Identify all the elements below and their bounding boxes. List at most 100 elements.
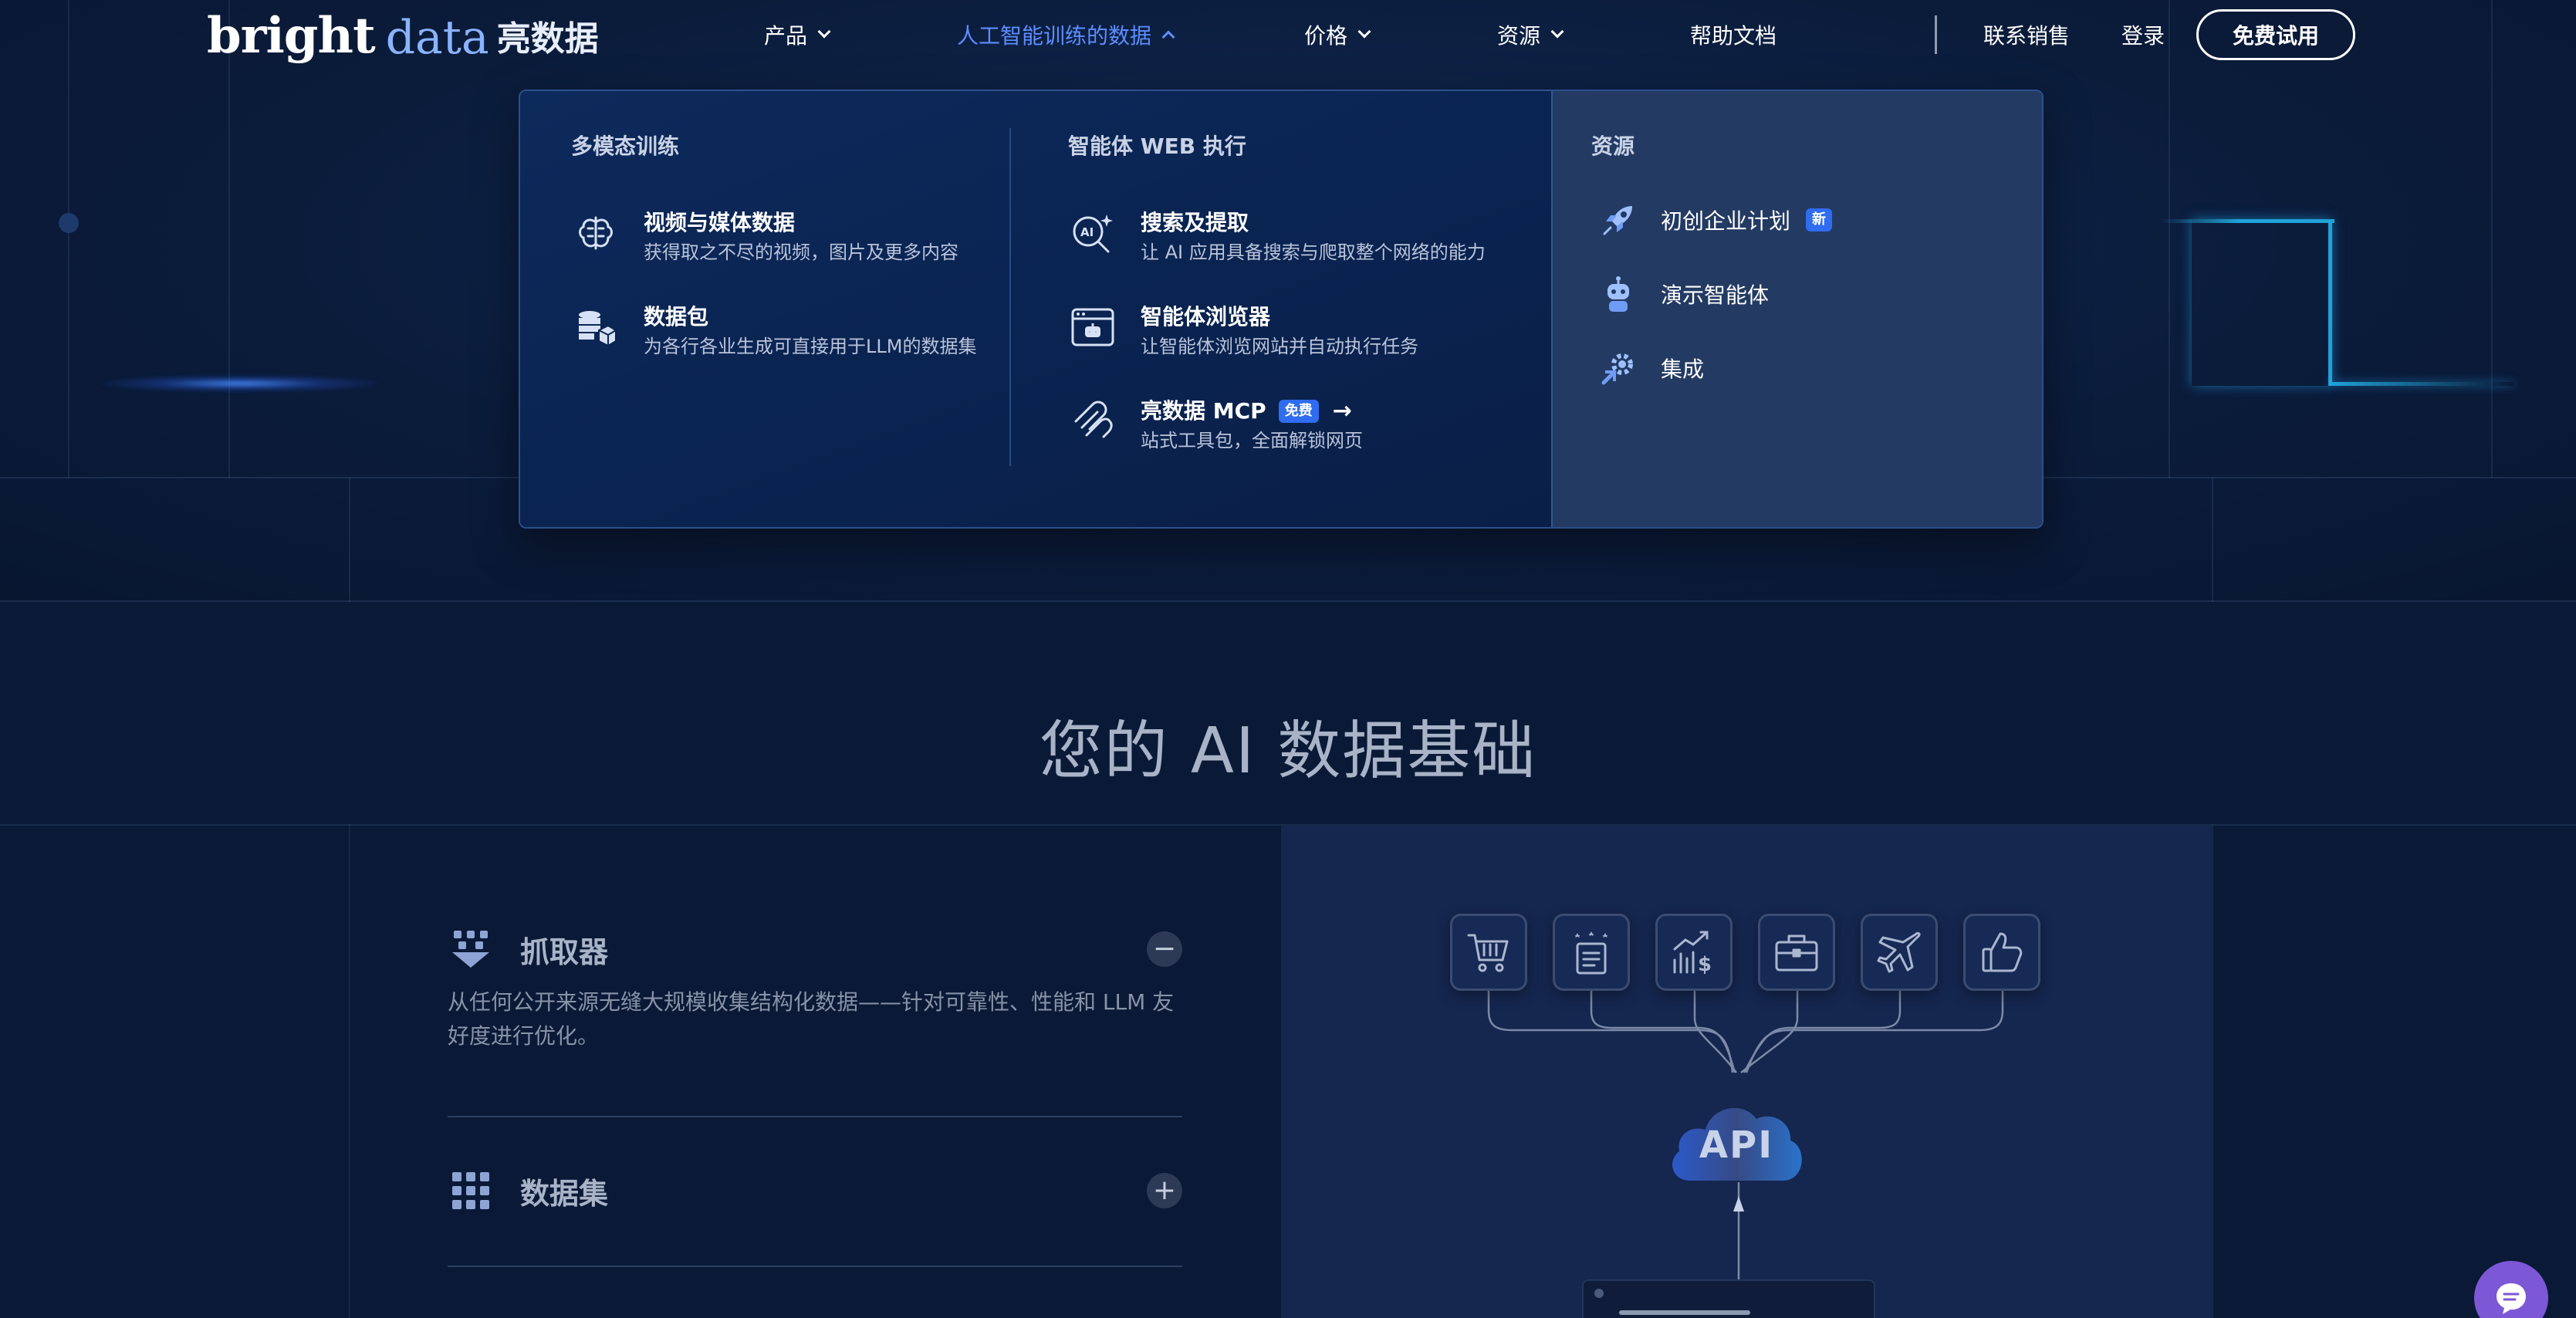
dropdown-item-video-media[interactable]: 视频与媒体数据 获得取之不尽的视频，图片及更多内容 [571, 208, 958, 265]
dropdown-item-integrations[interactable]: 集成 [1599, 349, 1704, 387]
review-card-icon [1553, 914, 1630, 991]
decorative-dot [59, 213, 79, 233]
dropdown-item-startup-program[interactable]: 初创企业计划 新 [1599, 201, 1833, 239]
dropdown-item-mcp[interactable]: 亮数据 MCP 免费 → 站式工具包，全面解锁网页 [1068, 397, 1363, 454]
grid-line [2212, 824, 2213, 1318]
robot-icon [1599, 275, 1638, 313]
brain-icon [571, 208, 620, 258]
dropdown-item-title: 集成 [1661, 357, 1705, 382]
dropdown-item-desc: 为各行各业生成可直接用于LLM的数据集 [644, 336, 977, 357]
dropdown-item-desc: 站式工具包，全面解锁网页 [1141, 430, 1363, 451]
new-badge: 新 [1806, 208, 1833, 231]
dataset-grid-icon [448, 1168, 494, 1214]
svg-text:AI: AI [1080, 225, 1094, 239]
dropdown-item-demo-agent[interactable]: 演示智能体 [1599, 275, 1769, 313]
nav-pricing[interactable]: 价格 [1304, 17, 1371, 52]
dropdown-item-title: 数据包 [644, 304, 709, 330]
chat-icon [2497, 1283, 2526, 1314]
decorative-circuit-trace [2161, 219, 2334, 386]
connector-lines [1487, 986, 2004, 1289]
database-package-icon [571, 302, 620, 352]
free-badge: 免费 [1278, 400, 1319, 423]
dropdown-item-data-package[interactable]: 数据包 为各行各业生成可直接用于LLM的数据集 [571, 302, 976, 360]
accordion-header[interactable]: 抓取器 − [448, 922, 1182, 976]
dropdown-main-panel: 多模态训练 智能体 WEB 执行 视频与媒体数据 获得取之不尽的视频，图片及更多… [520, 91, 1551, 527]
scraper-icon [448, 926, 494, 972]
mcp-icon [1068, 397, 1117, 446]
pricing-chart-icon: $ [1655, 914, 1733, 991]
accordion-divider [448, 1116, 1182, 1117]
ai-training-data-dropdown: 多模态训练 智能体 WEB 执行 视频与媒体数据 获得取之不尽的视频，图片及更多… [519, 90, 2044, 529]
dropdown-resources-panel: 资源 初创企业计划 新 演示智能体 集成 [1551, 91, 2042, 527]
dropdown-item-desc: 让 AI 应用具备搜索与爬取整个网络的能力 [1141, 242, 1486, 263]
nav-contact-sales-label: 联系销售 [1983, 23, 2071, 49]
dropdown-item-title: 搜索及提取 [1141, 210, 1249, 235]
nav-pricing-label: 价格 [1304, 23, 1348, 49]
nav-login[interactable]: 登录 [2121, 17, 2165, 52]
grid-line [2212, 477, 2213, 602]
nav-ai-training-data[interactable]: 人工智能训练的数据 [957, 17, 1175, 52]
cart-icon [1450, 914, 1527, 991]
chevron-down-icon [1550, 25, 1564, 39]
briefcase-icon [1758, 914, 1835, 991]
section-title: 您的 AI 数据基础 [1039, 715, 1537, 788]
svg-text:$: $ [1698, 953, 1712, 975]
decorative-circuit-trace [2328, 382, 2513, 386]
nav-resources[interactable]: 资源 [1497, 17, 1564, 52]
accordion-divider [448, 1266, 1182, 1267]
dropdown-item-desc: 让智能体浏览网站并自动执行任务 [1141, 336, 1418, 357]
nav-products[interactable]: 产品 [764, 17, 831, 52]
grid-line [349, 477, 350, 602]
dropdown-heading-resources: 资源 [1591, 133, 1635, 159]
logo-wordmark-cn: 亮数据 [496, 19, 599, 59]
grid-line [2491, 0, 2493, 478]
grid-line [228, 0, 230, 478]
agent-browser-icon [1068, 302, 1117, 352]
expand-button[interactable]: + [1147, 1173, 1182, 1208]
grid-line [2169, 0, 2170, 478]
nav-login-label: 登录 [2121, 23, 2165, 49]
logo-wordmark-bright: bright [207, 7, 376, 65]
chevron-down-icon [1357, 25, 1371, 39]
brand-logo[interactable]: bright data 亮数据 [207, 3, 599, 65]
accordion-header[interactable]: 数据集 + [448, 1164, 1182, 1218]
arrow-right-icon: → [1332, 397, 1352, 424]
nav-ai-training-data-label: 人工智能训练的数据 [957, 23, 1152, 49]
dropdown-heading-multimodal: 多模态训练 [571, 133, 680, 159]
accordion-description: 从任何公开来源无缝大规模收集结构化数据——针对可靠性、性能和 LLM 友好度进行… [448, 989, 1175, 1049]
dropdown-item-title: 演示智能体 [1661, 282, 1770, 308]
site-header: bright data 亮数据 产品 人工智能训练的数据 价格 资源 帮助文档 … [0, 0, 2576, 69]
dropdown-item-title: 智能体浏览器 [1141, 304, 1271, 330]
accordion-title: 抓取器 [520, 934, 609, 969]
nav-docs-label: 帮助文档 [1690, 23, 1777, 49]
free-trial-button[interactable]: 免费试用 [2196, 9, 2355, 60]
ai-search-icon: AI [1068, 208, 1117, 258]
mcp-title-text: 亮数据 MCP [1141, 398, 1266, 424]
dropdown-item-title: 视频与媒体数据 [644, 210, 796, 235]
accordion-item-datasets[interactable]: 数据集 + [448, 1164, 1182, 1218]
accordion-item-scraper[interactable]: 抓取器 − 从任何公开来源无缝大规模收集结构化数据——针对可靠性、性能和 LLM… [448, 922, 1182, 1053]
collapse-button[interactable]: − [1147, 931, 1182, 967]
dropdown-item-title: 亮数据 MCP 免费 → [1141, 397, 1363, 426]
dropdown-column-divider [1009, 128, 1011, 466]
airplane-icon [1861, 914, 1938, 991]
integration-gear-icon [1599, 349, 1638, 387]
dropdown-item-desc: 获得取之不尽的视频，图片及更多内容 [644, 242, 958, 263]
nav-contact-sales[interactable]: 联系销售 [1983, 17, 2070, 52]
nav-resources-label: 资源 [1497, 23, 1541, 49]
nav-divider [1935, 15, 1937, 54]
dropdown-heading-agent-web: 智能体 WEB 执行 [1068, 133, 1246, 159]
api-label: API [1699, 1124, 1774, 1167]
grid-line [68, 0, 69, 478]
chevron-up-icon [1161, 30, 1175, 44]
nav-docs[interactable]: 帮助文档 [1690, 17, 1776, 52]
grid-line [349, 824, 350, 1318]
chevron-down-icon [817, 25, 831, 39]
dropdown-item-agent-browser[interactable]: 智能体浏览器 让智能体浏览网站并自动执行任务 [1068, 302, 1418, 360]
rocket-icon [1599, 201, 1638, 239]
dropdown-item-search-extract[interactable]: AI 搜索及提取 让 AI 应用具备搜索与爬取整个网络的能力 [1068, 208, 1486, 265]
api-cloud: API [1667, 1096, 1806, 1185]
logo-wordmark-data: data [385, 11, 489, 65]
decorative-glow [100, 375, 378, 392]
thumbs-up-icon [1963, 914, 2040, 991]
